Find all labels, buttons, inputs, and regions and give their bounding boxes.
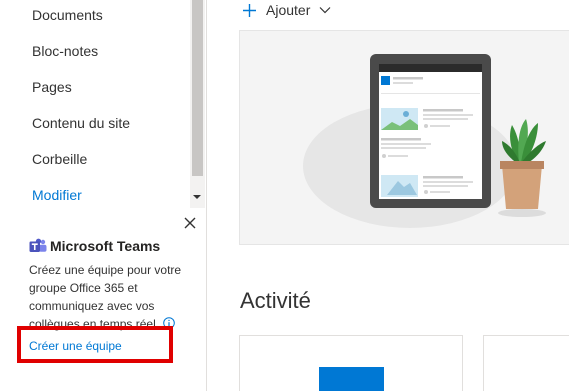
activity-card[interactable] bbox=[239, 335, 463, 391]
nav-edit-link[interactable]: Modifier bbox=[32, 187, 82, 203]
nav-item-pages[interactable]: Pages bbox=[32, 79, 72, 95]
activity-card-thumbnail bbox=[319, 367, 384, 391]
highlight-annotation bbox=[17, 326, 173, 363]
nav-scrollbar-thumb[interactable] bbox=[192, 0, 203, 176]
nav-item-recycle-bin[interactable]: Corbeille bbox=[32, 151, 87, 167]
teams-icon bbox=[29, 238, 47, 252]
teams-promo-title: Microsoft Teams bbox=[50, 238, 161, 254]
left-navigation: Documents Bloc-notes Pages Contenu du si… bbox=[0, 0, 207, 391]
add-new-button[interactable]: Ajouter bbox=[242, 0, 331, 20]
teams-promo-description: Créez une équipe pour votre groupe Offic… bbox=[29, 261, 189, 333]
tablet-plant-illustration bbox=[303, 54, 546, 228]
welcome-illustration-panel bbox=[239, 30, 569, 245]
chevron-down-icon bbox=[319, 7, 331, 14]
add-button-label: Ajouter bbox=[266, 2, 311, 18]
activity-section-title: Activité bbox=[240, 288, 311, 313]
activity-card[interactable] bbox=[483, 335, 569, 391]
scroll-down-arrow-icon[interactable] bbox=[193, 195, 201, 199]
nav-item-notebook[interactable]: Bloc-notes bbox=[32, 43, 98, 59]
teams-promo-description-text: Créez une équipe pour votre groupe Offic… bbox=[29, 263, 182, 331]
nav-item-site-contents[interactable]: Contenu du site bbox=[32, 115, 130, 131]
close-icon[interactable] bbox=[183, 216, 197, 230]
nav-item-documents[interactable]: Documents bbox=[32, 7, 103, 23]
plus-icon bbox=[243, 3, 256, 17]
